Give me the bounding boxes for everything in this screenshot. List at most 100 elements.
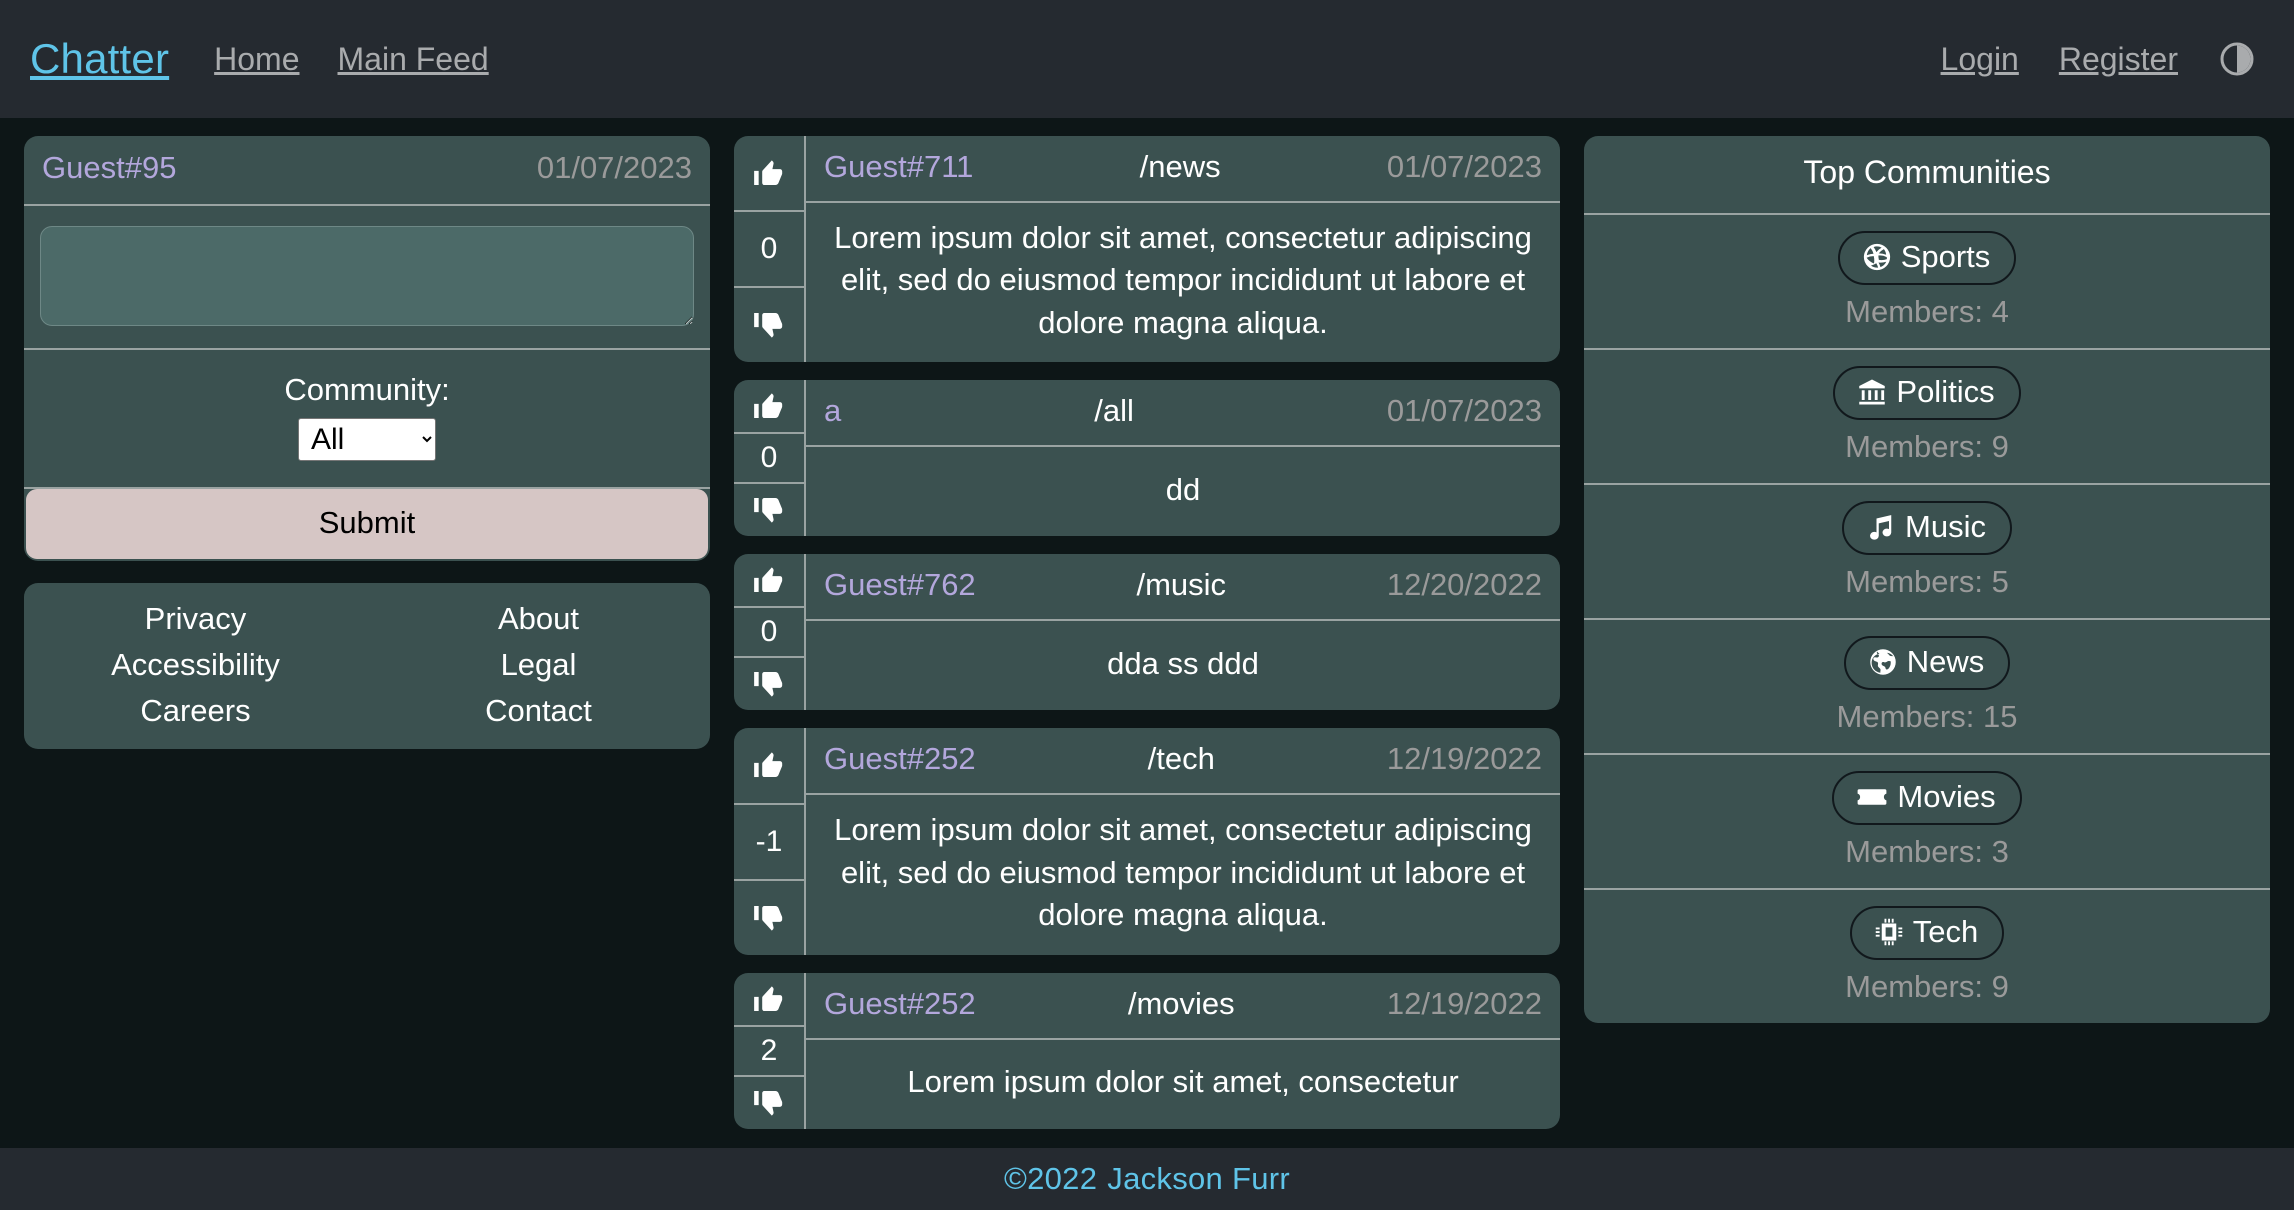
community-name-movies: Movies	[1897, 779, 1995, 815]
composer-username: Guest#95	[42, 150, 176, 186]
community-button-politics[interactable]: Politics	[1833, 366, 2020, 420]
vote-column: 2	[734, 973, 806, 1129]
navbar: Chatter Home Main Feed Login Register	[0, 0, 2294, 118]
post-community[interactable]: /tech	[976, 741, 1387, 777]
nav-link-main-feed[interactable]: Main Feed	[338, 41, 489, 78]
thumbs-up-icon[interactable]	[734, 554, 804, 606]
community-row-sports: Sports Members: 4	[1584, 213, 2270, 348]
post-main: Guest#252 /tech 12/19/2022 Lorem ipsum d…	[806, 728, 1560, 954]
thumbs-down-icon[interactable]	[734, 288, 804, 362]
thumbs-up-icon[interactable]	[734, 136, 804, 210]
community-name-news: News	[1907, 644, 1985, 680]
footer-link-legal[interactable]: Legal	[367, 645, 710, 685]
community-name-sports: Sports	[1901, 239, 1991, 275]
post-date: 12/19/2022	[1387, 986, 1542, 1022]
right-sidebar: Top Communities Sports Members: 4	[1572, 136, 2282, 1023]
post-header: Guest#252 /movies 12/19/2022	[806, 973, 1560, 1040]
copyright-author: Jackson Furr	[1107, 1161, 1290, 1197]
community-select[interactable]: All	[298, 418, 436, 461]
composer-body	[24, 206, 710, 348]
ticket-icon	[1856, 781, 1888, 813]
community-button-news[interactable]: News	[1844, 636, 2011, 690]
submit-button[interactable]: Submit	[26, 489, 708, 559]
community-row-tech: Tech Members: 9	[1584, 888, 2270, 1023]
community-name-politics: Politics	[1896, 374, 1994, 410]
brand-logo[interactable]: Chatter	[30, 35, 169, 83]
thumbs-down-icon[interactable]	[734, 1077, 804, 1129]
thumbs-up-icon[interactable]	[734, 728, 804, 802]
post-item: -1 Guest#252 /tech 12/19/2022 Lorem	[734, 728, 1560, 954]
community-button-tech[interactable]: Tech	[1850, 906, 2004, 960]
volleyball-icon	[1862, 242, 1892, 272]
community-row-news: News Members: 15	[1584, 618, 2270, 753]
post-date: 01/07/2023	[1387, 149, 1542, 185]
vote-column: 0	[734, 554, 806, 710]
vote-score: 0	[734, 432, 804, 484]
thumbs-up-icon[interactable]	[734, 380, 804, 432]
community-button-movies[interactable]: Movies	[1832, 771, 2021, 825]
thumbs-down-icon[interactable]	[734, 484, 804, 536]
post-author[interactable]: Guest#762	[824, 567, 976, 603]
footer-links-grid: Privacy About Accessibility Legal Career…	[24, 599, 710, 731]
vote-column: 0	[734, 380, 806, 536]
post-community[interactable]: /music	[976, 567, 1387, 603]
post-main: a /all 01/07/2023 dd	[806, 380, 1560, 536]
community-button-music[interactable]: Music	[1842, 501, 2012, 555]
vote-score: 0	[734, 606, 804, 658]
contrast-icon[interactable]	[2218, 40, 2256, 78]
post-header: Guest#252 /tech 12/19/2022	[806, 728, 1560, 795]
post-author[interactable]: Guest#252	[824, 741, 976, 777]
globe-icon	[1868, 647, 1898, 677]
community-button-sports[interactable]: Sports	[1838, 231, 2017, 285]
landmark-icon	[1857, 377, 1887, 407]
community-members-politics: Members: 9	[1584, 429, 2270, 465]
post-community[interactable]: /news	[973, 149, 1386, 185]
composer-date: 01/07/2023	[537, 150, 692, 186]
post-main: Guest#252 /movies 12/19/2022 Lorem ipsum…	[806, 973, 1560, 1129]
community-row-politics: Politics Members: 9	[1584, 348, 2270, 483]
navbar-auth-group: Login Register	[1941, 40, 2256, 78]
post-item: 0 Guest#762 /music 12/20/2022 dda ss	[734, 554, 1560, 710]
footer-link-careers[interactable]: Careers	[24, 691, 367, 731]
vote-score: -1	[734, 803, 804, 881]
nav-link-home[interactable]: Home	[214, 41, 299, 78]
post-author[interactable]: a	[824, 393, 841, 429]
footer-link-contact[interactable]: Contact	[367, 691, 710, 731]
post-date: 12/19/2022	[1387, 741, 1542, 777]
community-name-music: Music	[1905, 509, 1986, 545]
post-item: 0 a /all 01/07/2023 dd	[734, 380, 1560, 536]
post-community[interactable]: /all	[841, 393, 1387, 429]
microchip-icon	[1874, 917, 1904, 947]
community-members-music: Members: 5	[1584, 564, 2270, 600]
music-note-icon	[1866, 512, 1896, 542]
left-sidebar: Guest#95 01/07/2023 Community: All Submi…	[12, 136, 722, 749]
footer-link-privacy[interactable]: Privacy	[24, 599, 367, 639]
post-author[interactable]: Guest#252	[824, 986, 976, 1022]
footer-links-card: Privacy About Accessibility Legal Career…	[24, 583, 710, 749]
post-body: Lorem ipsum dolor sit amet, consectetur …	[806, 203, 1560, 362]
composer-header: Guest#95 01/07/2023	[24, 136, 710, 204]
post-body: dd	[806, 447, 1560, 536]
copyright-year: ©2022	[1004, 1161, 1097, 1197]
footer-link-accessibility[interactable]: Accessibility	[24, 645, 367, 685]
thumbs-up-icon[interactable]	[734, 973, 804, 1025]
top-communities-card: Top Communities Sports Members: 4	[1584, 136, 2270, 1023]
vote-column: -1	[734, 728, 806, 954]
post-header: Guest#762 /music 12/20/2022	[806, 554, 1560, 621]
vote-score: 0	[734, 210, 804, 288]
community-members-tech: Members: 9	[1584, 969, 2270, 1005]
nav-link-register[interactable]: Register	[2059, 41, 2178, 78]
nav-link-login[interactable]: Login	[1941, 41, 2019, 78]
post-author[interactable]: Guest#711	[824, 149, 973, 185]
community-members-news: Members: 15	[1584, 699, 2270, 735]
composer-textarea[interactable]	[40, 226, 694, 326]
footer-link-about[interactable]: About	[367, 599, 710, 639]
post-body: Lorem ipsum dolor sit amet, consectetur …	[806, 795, 1560, 954]
vote-column: 0	[734, 136, 806, 362]
community-row-music: Music Members: 5	[1584, 483, 2270, 618]
thumbs-down-icon[interactable]	[734, 881, 804, 955]
thumbs-down-icon[interactable]	[734, 658, 804, 710]
post-feed: 0 Guest#711 /news 01/07/2023 Lorem i	[734, 136, 1560, 1129]
post-community[interactable]: /movies	[976, 986, 1387, 1022]
post-body: Lorem ipsum dolor sit amet, consectetur	[806, 1040, 1560, 1129]
